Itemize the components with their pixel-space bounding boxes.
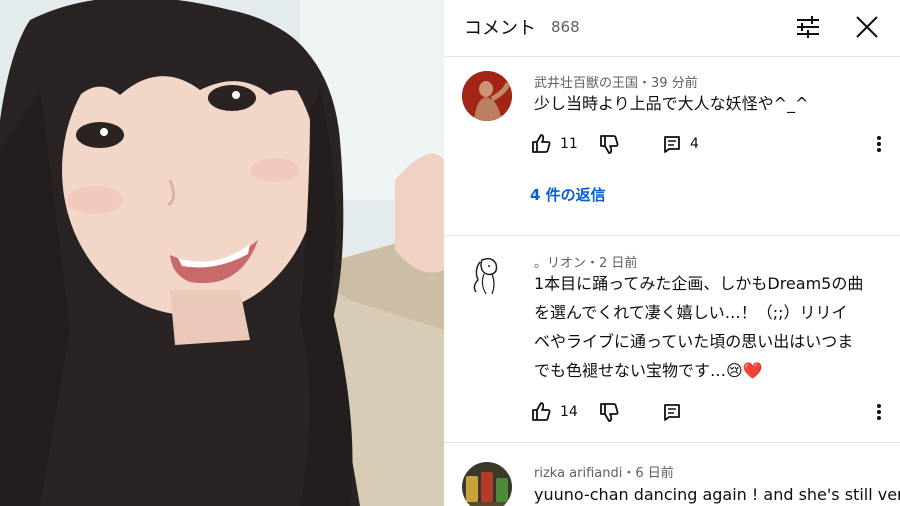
dislike-button[interactable] bbox=[598, 399, 620, 425]
meta-separator: ・ bbox=[622, 466, 636, 481]
comment-thread: rizka arifiandi・6 日前 yuuno-chan dancing … bbox=[444, 443, 900, 506]
thumbs-down-icon bbox=[600, 135, 619, 154]
comment-text: yuuno-chan dancing again ! and she's sti… bbox=[534, 480, 900, 506]
comments-header: コメント 868 bbox=[444, 0, 900, 56]
comments-title: コメント bbox=[464, 18, 536, 39]
comment-text-line: 1本目に踊ってみた企画、しかもDream5の曲 bbox=[534, 274, 864, 293]
like-count: 14 bbox=[560, 404, 578, 420]
close-icon[interactable] bbox=[852, 12, 882, 42]
like-button[interactable]: 14 bbox=[530, 399, 578, 425]
reply-button[interactable]: 4 bbox=[662, 131, 699, 157]
comment-actions: 11 4 bbox=[530, 131, 890, 157]
more-vert-icon[interactable] bbox=[872, 399, 886, 425]
comment-text-line: でも色褪せない宝物です…😢❤️ bbox=[534, 361, 763, 380]
thumbs-up-icon bbox=[532, 134, 551, 153]
comments-panel: コメント 868 武井壮百獣の王国・39 分前 少し当時より上品で大人な妖怪や^… bbox=[444, 0, 900, 506]
comment-thread: 武井壮百獣の王国・39 分前 少し当時より上品で大人な妖怪や^_^ 11 4 4… bbox=[444, 57, 900, 235]
like-button[interactable]: 11 bbox=[530, 131, 578, 157]
thumbs-up-icon bbox=[532, 402, 551, 421]
avatar[interactable] bbox=[462, 250, 512, 300]
reply-icon bbox=[664, 136, 680, 153]
reply-button[interactable] bbox=[662, 399, 682, 425]
comment-meta: rizka arifiandi・6 日前 bbox=[534, 462, 674, 481]
avatar[interactable] bbox=[462, 71, 512, 121]
video-frame[interactable] bbox=[0, 0, 444, 506]
avatar[interactable] bbox=[462, 462, 512, 506]
comment-text-line: yuuno-chan dancing again ! and she's sti… bbox=[534, 485, 900, 504]
comment-time[interactable]: 6 日前 bbox=[635, 466, 673, 481]
comment-thread: 。リオン・2 日前 1本目に踊ってみた企画、しかもDream5の曲 を選んでくれ… bbox=[444, 236, 900, 442]
video-still-image bbox=[0, 0, 444, 506]
comments-count: 868 bbox=[551, 18, 580, 36]
filter-sliders-icon[interactable] bbox=[794, 14, 822, 40]
comment-text: 1本目に踊ってみた企画、しかもDream5の曲 を選んでくれて凄く嬉しい…！（;… bbox=[534, 269, 884, 385]
comment-actions: 14 bbox=[530, 399, 890, 425]
reply-icon bbox=[664, 404, 680, 421]
view-replies-link[interactable]: 4 件の返信 bbox=[530, 184, 606, 205]
thumbs-down-icon bbox=[600, 403, 619, 422]
comment-text-line: を選んでくれて凄く嬉しい…！（;;）リリイ bbox=[534, 303, 848, 322]
comment-text-line: 少し当時より上品で大人な妖怪や^_^ bbox=[534, 94, 809, 113]
comment-author[interactable]: rizka arifiandi bbox=[534, 466, 622, 481]
dislike-button[interactable] bbox=[598, 131, 620, 157]
like-count: 11 bbox=[560, 136, 578, 152]
reply-count: 4 bbox=[690, 136, 699, 152]
comment-text: 少し当時より上品で大人な妖怪や^_^ bbox=[534, 89, 884, 118]
more-vert-icon[interactable] bbox=[872, 131, 886, 157]
comment-text-line: ベやライブに通っていた頃の思い出はいつま bbox=[534, 332, 854, 351]
